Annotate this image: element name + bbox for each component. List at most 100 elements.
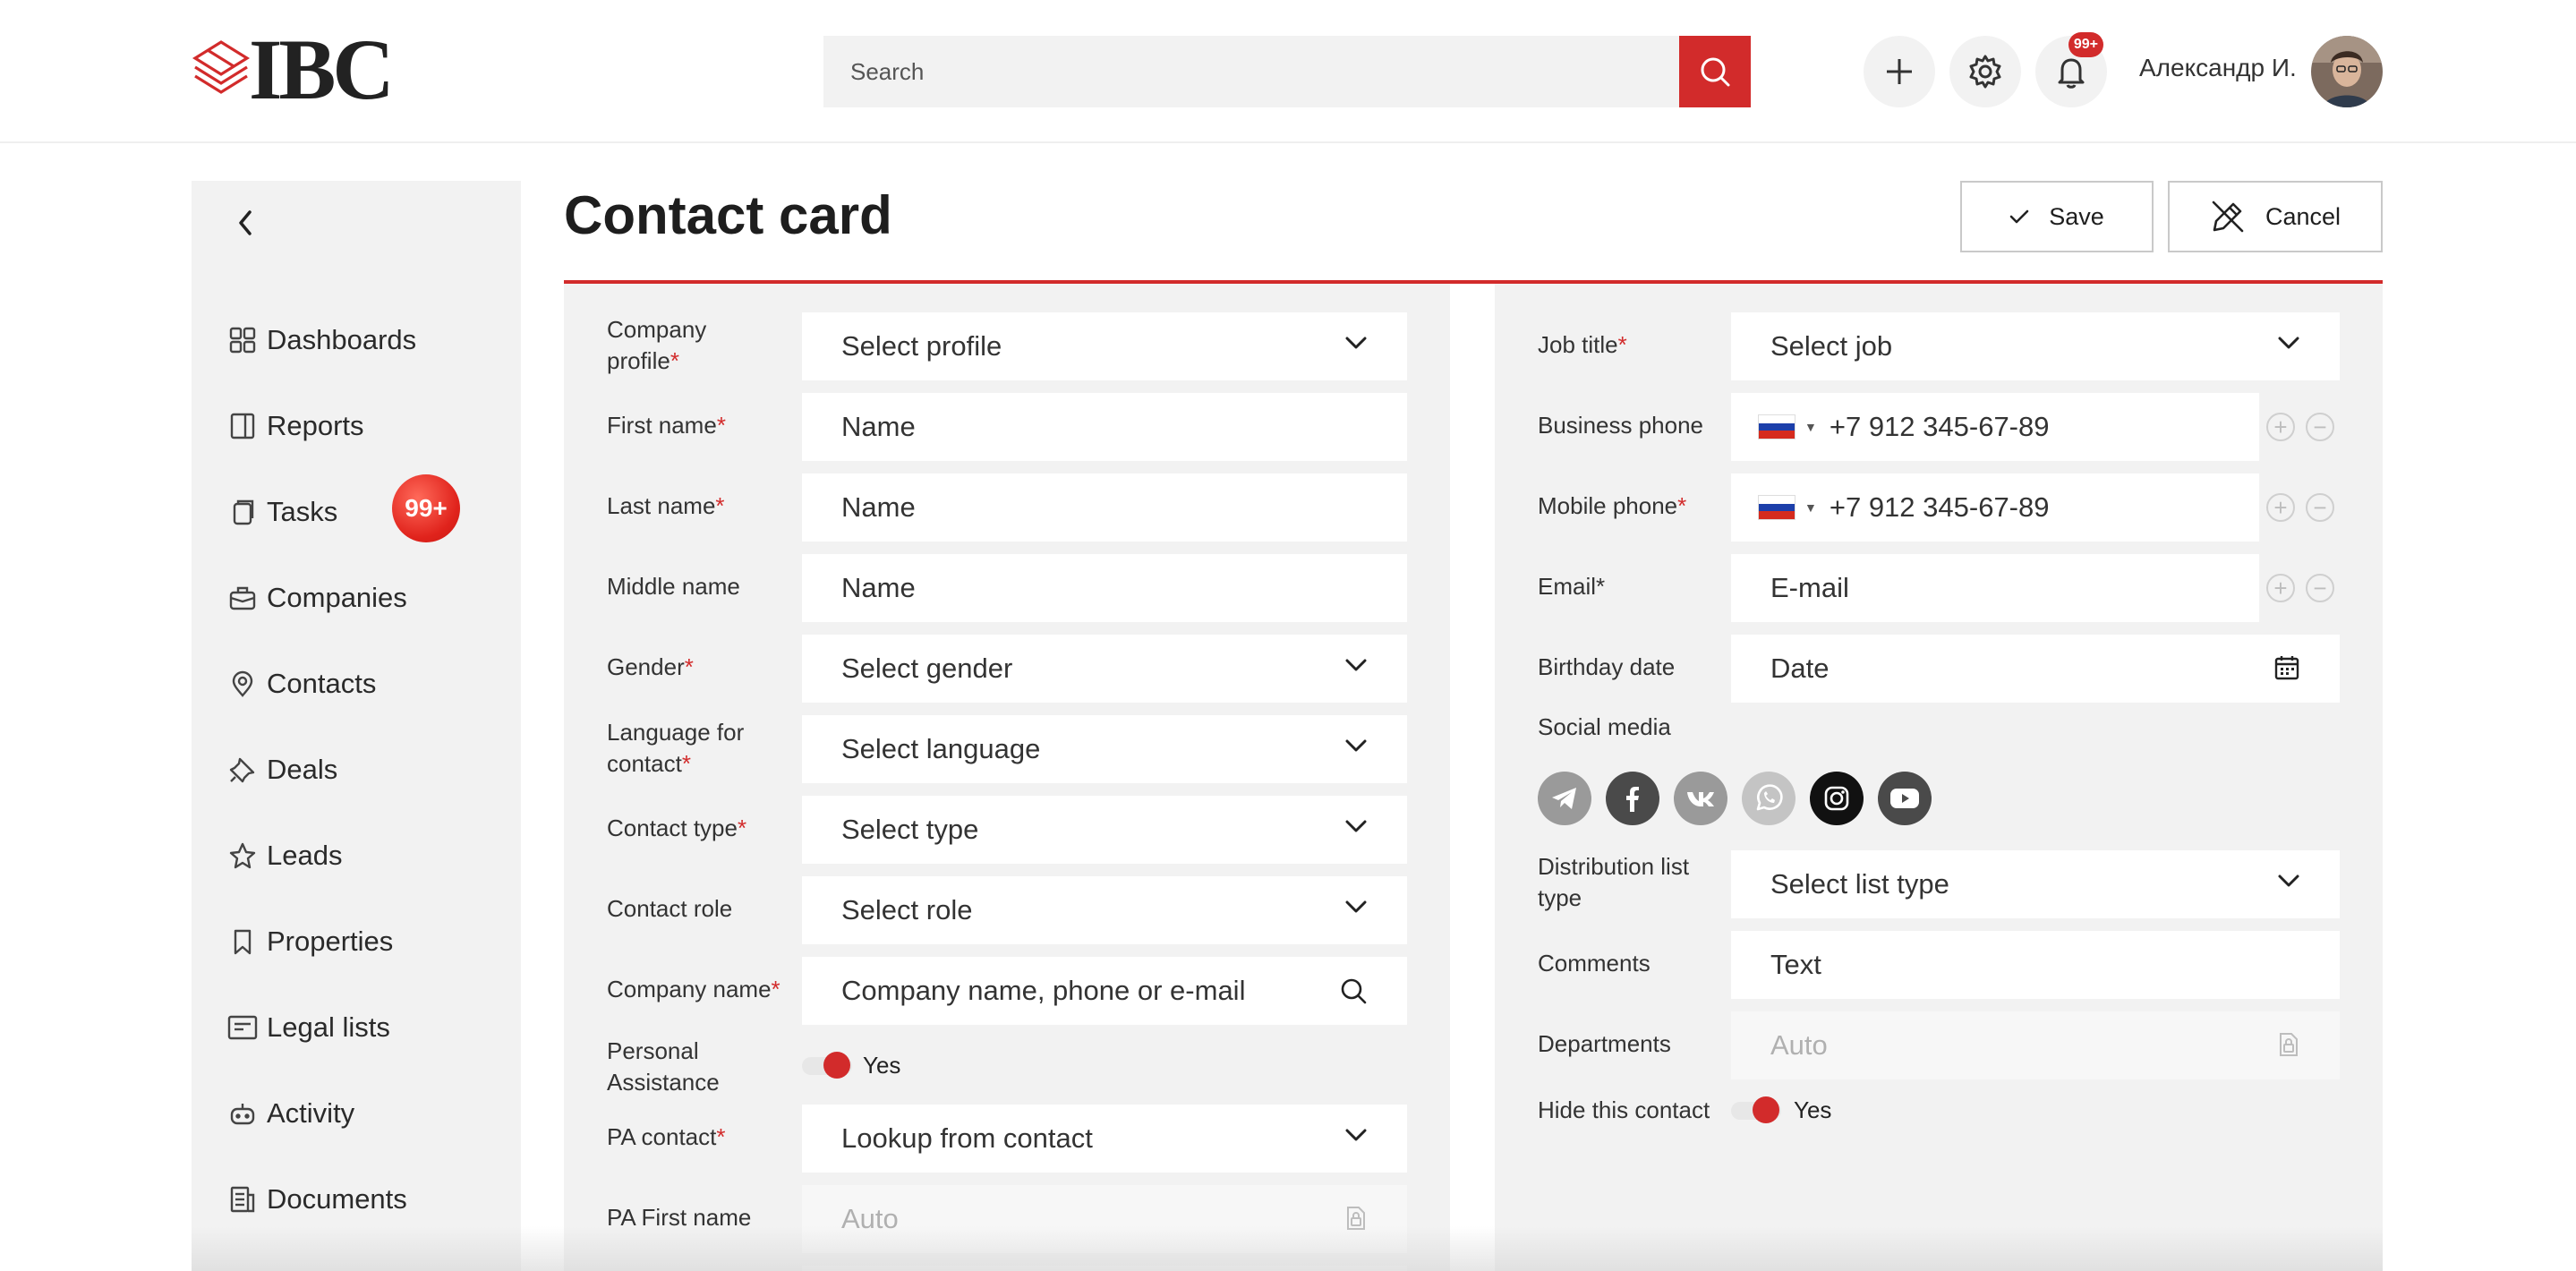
notifications-button[interactable]: 99+ xyxy=(2035,32,2107,107)
sidebar-item-label: Deals xyxy=(267,754,338,785)
search-bar xyxy=(823,36,1751,107)
report-icon xyxy=(227,411,258,441)
bookmark-icon xyxy=(227,926,258,957)
distribution-list-select[interactable]: Select list type xyxy=(1731,850,2340,918)
hide-contact-label: Hide this contact xyxy=(1538,1096,1710,1123)
russia-flag-icon[interactable] xyxy=(1758,414,1796,439)
pa-contact-value: Lookup from contact xyxy=(841,1122,1093,1154)
first-name-field[interactable]: Name xyxy=(802,393,1407,461)
chevron-down-icon xyxy=(2278,874,2299,887)
company-profile-label: Company profile* xyxy=(607,316,707,374)
middle-name-field[interactable]: Name xyxy=(802,554,1407,622)
sidebar-item-contacts[interactable]: Contacts xyxy=(227,657,376,711)
contact-role-select[interactable]: Select role xyxy=(802,876,1407,944)
sidebar-item-label: Leads xyxy=(267,840,343,871)
add-phone-button[interactable]: + xyxy=(2266,413,2295,441)
sidebar-item-legal-lists[interactable]: Legal lists xyxy=(227,1001,390,1054)
chevron-down-icon xyxy=(1345,820,1367,832)
user-name[interactable]: Александр И. xyxy=(2139,54,2297,82)
remove-phone-button[interactable]: − xyxy=(2306,413,2334,441)
language-label: Language for contact* xyxy=(607,719,745,777)
whatsapp-icon[interactable] xyxy=(1742,772,1796,825)
avatar[interactable] xyxy=(2311,36,2383,107)
contact-type-select[interactable]: Select type xyxy=(802,796,1407,864)
sidebar-item-label: Tasks xyxy=(267,496,338,527)
pencil-off-icon xyxy=(2210,199,2246,235)
company-profile-select[interactable]: Select profile xyxy=(802,312,1407,380)
distribution-list-label: Distribution list type xyxy=(1538,853,1690,911)
last-name-placeholder: Name xyxy=(841,491,916,523)
birthday-date-field[interactable]: Date xyxy=(1731,635,2340,703)
sidebar-item-tasks[interactable]: Tasks 99+ xyxy=(227,474,460,542)
page-title: Contact card xyxy=(564,185,892,245)
user-avatar-image xyxy=(2311,36,2383,107)
cancel-label: Cancel xyxy=(2265,202,2341,230)
save-button[interactable]: Save xyxy=(1960,181,2154,252)
search-input[interactable] xyxy=(823,36,1679,107)
sidebar-item-label: Properties xyxy=(267,926,394,957)
first-name-placeholder: Name xyxy=(841,411,916,442)
telegram-icon[interactable] xyxy=(1538,772,1591,825)
gear-icon xyxy=(1969,55,2001,89)
next-field-edge xyxy=(802,1266,1407,1271)
cancel-button[interactable]: Cancel xyxy=(2168,181,2383,252)
settings-button[interactable] xyxy=(1949,36,2021,107)
sidebar-item-properties[interactable]: Properties xyxy=(227,915,393,968)
calendar-icon[interactable] xyxy=(2273,654,2300,681)
add-mobile-button[interactable]: + xyxy=(2266,493,2295,522)
sidebar-item-label: Documents xyxy=(267,1183,407,1215)
sidebar-item-deals[interactable]: Deals xyxy=(227,743,337,797)
russia-flag-icon[interactable] xyxy=(1758,495,1796,520)
pa-contact-select[interactable]: Lookup from contact xyxy=(802,1105,1407,1173)
add-button[interactable] xyxy=(1864,36,1935,107)
instagram-icon[interactable] xyxy=(1810,772,1864,825)
contact-role-label: Contact role xyxy=(607,895,733,922)
email-placeholder: E-mail xyxy=(1770,572,1849,603)
vk-icon[interactable] xyxy=(1674,772,1727,825)
language-select[interactable]: Select language xyxy=(802,715,1407,783)
sidebar-item-companies[interactable]: Companies xyxy=(227,571,407,625)
back-button[interactable] xyxy=(218,200,272,245)
search-button[interactable] xyxy=(1679,36,1751,107)
mobile-phone-field[interactable]: ▼ +7 912 345-67-89 xyxy=(1731,473,2259,542)
distribution-list-value: Select list type xyxy=(1770,868,1949,900)
facebook-icon[interactable] xyxy=(1606,772,1659,825)
check-icon xyxy=(2009,209,2029,225)
sidebar-item-documents[interactable]: Documents xyxy=(227,1173,407,1226)
business-phone-value: +7 912 345-67-89 xyxy=(1829,411,2050,442)
email-field[interactable]: E-mail xyxy=(1731,554,2259,622)
remove-email-button[interactable]: − xyxy=(2306,574,2334,602)
sidebar-item-leads[interactable]: Leads xyxy=(227,829,342,883)
hide-contact-toggle[interactable] xyxy=(1731,1095,1785,1125)
middle-name-label: Middle name xyxy=(607,573,740,600)
contact-role-value: Select role xyxy=(841,894,973,926)
add-email-button[interactable]: + xyxy=(2266,574,2295,602)
plus-icon xyxy=(1887,59,1912,84)
personal-assistance-label: Personal Assistance xyxy=(607,1037,720,1096)
grid-icon xyxy=(227,325,258,355)
business-phone-field[interactable]: ▼ +7 912 345-67-89 xyxy=(1731,393,2259,461)
personal-assistance-toggle[interactable] xyxy=(802,1050,856,1080)
plus-icon: + xyxy=(2273,575,2288,601)
ibc-logo[interactable]: IBC xyxy=(190,27,396,113)
sidebar-item-reports[interactable]: Reports xyxy=(227,399,364,453)
plus-icon: + xyxy=(2273,494,2288,521)
pin-icon xyxy=(227,755,258,785)
sidebar-item-activity[interactable]: Activity xyxy=(227,1087,354,1140)
social-media-label: Social media xyxy=(1538,713,1671,740)
sidebar-item-dashboards[interactable]: Dashboards xyxy=(227,313,416,367)
comments-field[interactable]: Text xyxy=(1731,931,2340,999)
last-name-field[interactable]: Name xyxy=(802,473,1407,542)
language-value: Select language xyxy=(841,733,1041,764)
youtube-icon[interactable] xyxy=(1878,772,1932,825)
chevron-down-icon xyxy=(1345,337,1367,349)
chevron-down-icon xyxy=(1345,659,1367,671)
briefcase-icon xyxy=(227,583,258,613)
tasks-icon xyxy=(227,497,258,527)
remove-mobile-button[interactable]: − xyxy=(2306,493,2334,522)
search-icon xyxy=(1701,57,1730,87)
job-title-select[interactable]: Select job xyxy=(1731,312,2340,380)
company-name-field[interactable]: Company name, phone or e-mail xyxy=(802,957,1407,1025)
gender-select[interactable]: Select gender xyxy=(802,635,1407,703)
notification-badge: 99+ xyxy=(2068,32,2103,57)
